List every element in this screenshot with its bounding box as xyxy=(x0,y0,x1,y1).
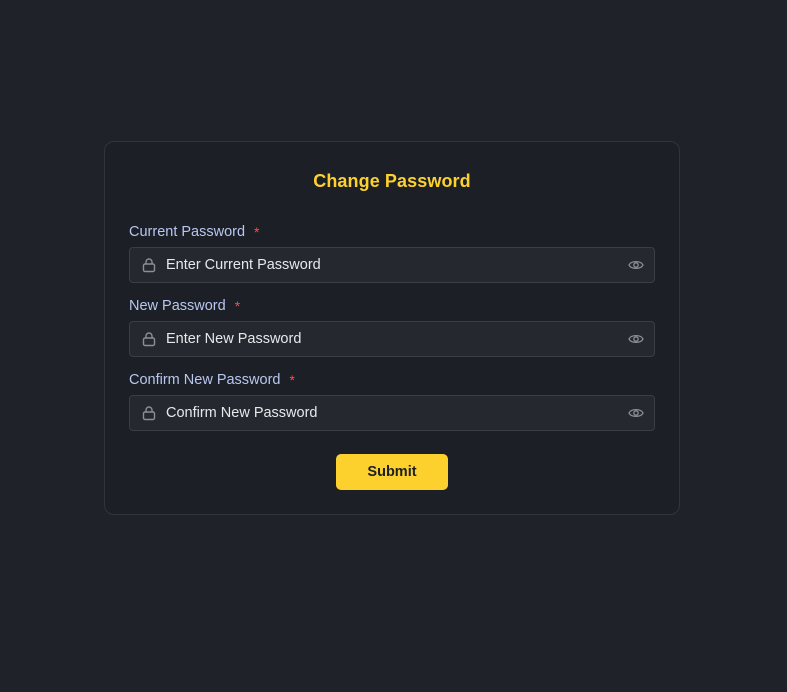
eye-icon[interactable] xyxy=(628,406,644,420)
new-password-field: New Password * xyxy=(129,297,655,357)
lock-icon xyxy=(142,258,156,273)
confirm-password-input-wrapper xyxy=(129,395,655,431)
confirm-password-label-row: Confirm New Password * xyxy=(129,371,655,389)
required-mark: * xyxy=(289,372,295,388)
lock-icon xyxy=(142,406,156,421)
change-password-card: Change Password Current Password * New P… xyxy=(104,141,680,515)
current-password-input[interactable] xyxy=(166,248,606,282)
new-password-label: New Password xyxy=(129,298,226,314)
eye-icon[interactable] xyxy=(628,332,644,346)
current-password-field: Current Password * xyxy=(129,223,655,283)
confirm-password-field: Confirm New Password * xyxy=(129,371,655,431)
lock-icon xyxy=(142,332,156,347)
eye-icon[interactable] xyxy=(628,258,644,272)
new-password-input[interactable] xyxy=(166,322,606,356)
current-password-label: Current Password xyxy=(129,224,246,240)
form-title: Change Password xyxy=(313,171,471,191)
required-mark: * xyxy=(254,224,260,240)
submit-button[interactable]: Submit xyxy=(336,454,448,490)
required-mark: * xyxy=(234,298,241,314)
current-password-label-row: Current Password * xyxy=(129,223,655,241)
current-password-input-wrapper xyxy=(129,247,655,283)
confirm-password-label: Confirm New Password xyxy=(129,372,281,388)
new-password-input-wrapper xyxy=(129,321,655,357)
new-password-label-row: New Password * xyxy=(129,297,655,315)
confirm-password-input[interactable] xyxy=(166,396,606,430)
